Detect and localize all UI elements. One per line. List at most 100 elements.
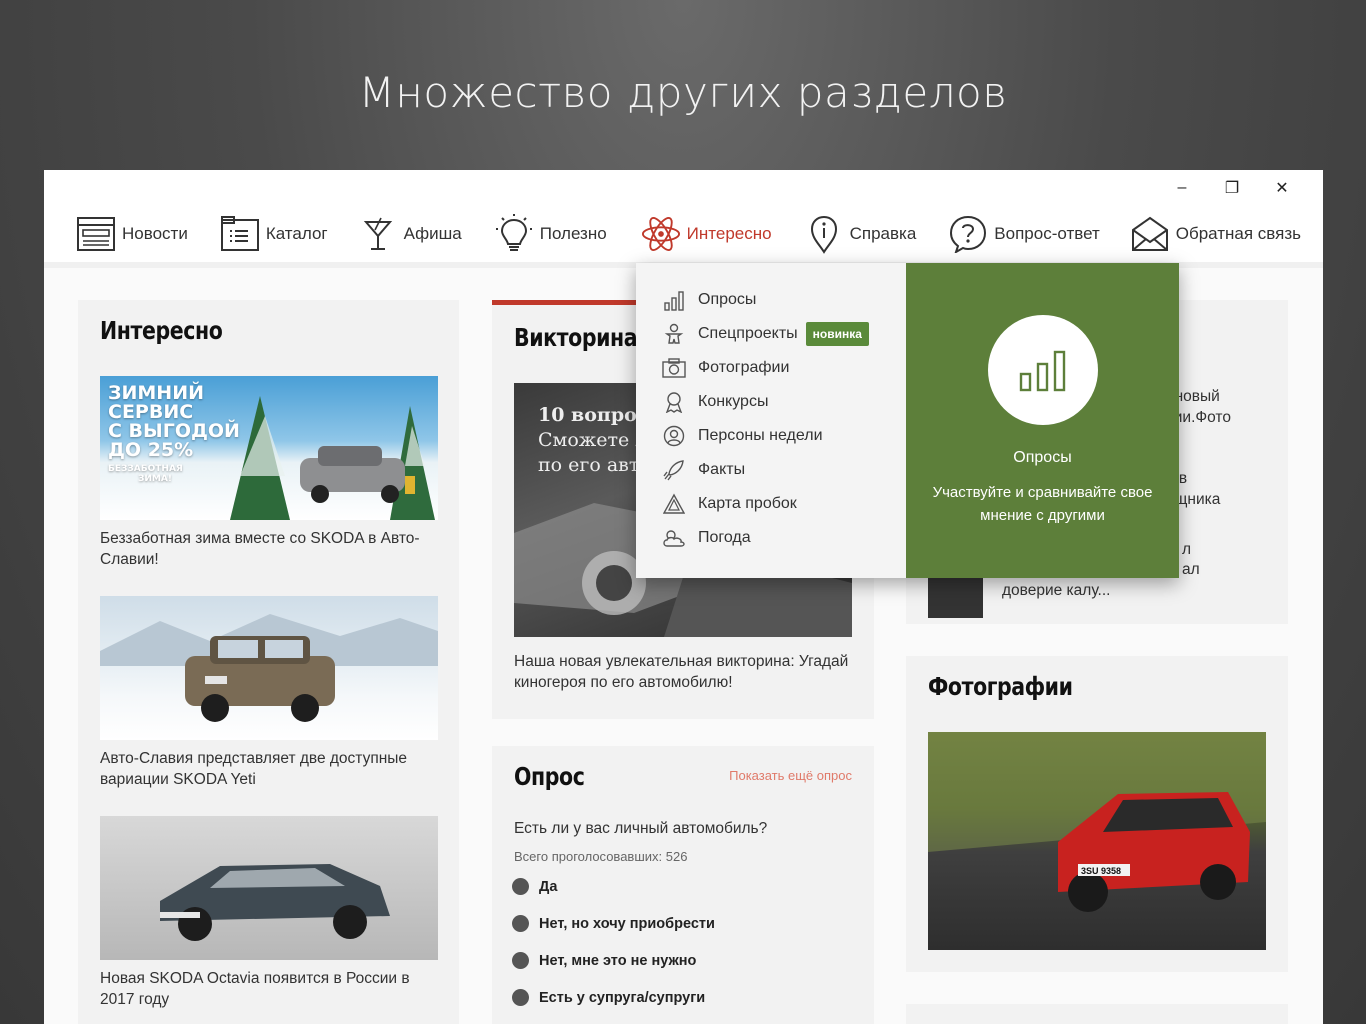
red-car-illustration [928,732,1266,912]
poll-option[interactable]: Нет, мне это не нужно [512,952,696,969]
nav-catalog[interactable]: Каталог [220,206,328,262]
bar-chart-icon [1019,350,1066,392]
atom-icon [641,214,681,254]
poll-card: Опрос Показать ещё опрос Есть ли у вас л… [492,746,874,1024]
cocktail-icon [358,214,398,254]
dropdown-list: Опросы Спецпроекты новинка Фотографии Ко… [636,263,906,578]
poll-question: Есть ли у вас личный автомобиль? [514,820,768,837]
info-icon [804,214,844,254]
radio-button[interactable] [512,952,529,969]
winter-service-banner[interactable]: ЗИМНИЙ СЕРВИС С ВЫГОДОЙ ДО 25% БЕЗЗАБОТН… [100,376,438,520]
gingerbread-icon [662,322,686,346]
nav-faq-label: Вопрос-ответ [994,224,1100,243]
nav-help-label: Справка [849,224,917,243]
dropdown-item-weather[interactable]: Погода [636,521,906,555]
dropdown-label-polls: Опросы [698,291,757,308]
bar-chart-icon [662,288,686,312]
catalog-icon [220,214,260,254]
polls-preview-circle [988,315,1098,425]
dropdown-item-polls[interactable]: Опросы [636,283,906,317]
nav-useful-label: Полезно [539,224,607,243]
nav-feedback-label: Обратная связь [1175,224,1302,243]
photos-card: Фотографии 3SU 9358 [906,656,1288,972]
nav-catalog-label: Каталог [265,224,328,243]
nav-afisha-label: Афиша [403,224,462,243]
question-icon [948,214,988,254]
dropdown-label-photos: Фотографии [698,359,790,376]
newspaper-icon [76,214,116,254]
nav-help[interactable]: Справка [804,206,917,262]
quiz-title: Викторина [514,323,638,352]
octavia-photo-illustration [160,864,390,941]
poll-title: Опрос [514,762,585,791]
interesting-title: Интересно [100,316,223,345]
restore-button[interactable]: ❐ [1207,178,1257,198]
minimize-button[interactable]: – [1157,178,1207,198]
interesting-dropdown: Опросы Спецпроекты новинка Фотографии Ко… [636,263,1179,578]
news-item-3-thumb[interactable] [928,578,983,618]
interesting-caption-2[interactable]: Авто-Славия представляет две доступные в… [100,748,440,790]
nav-interesting-label: Интересно [686,224,772,243]
news-item-3-line-2: ал [1182,561,1200,578]
rocket-icon [662,458,686,482]
radio-button[interactable] [512,989,529,1006]
radio-button[interactable] [512,878,529,895]
yeti-photo-illustration [100,614,438,722]
nav-interesting[interactable]: Интересно [641,206,772,262]
show-more-poll-link[interactable]: Показать ещё опрос [729,768,852,783]
dropdown-label-special-projects: Спецпроекты [698,325,798,342]
polls-preview-description: Участвуйте и сравнивайте свое мнение с д… [932,484,1153,524]
nav-afisha[interactable]: Афиша [358,206,462,262]
award-icon [662,390,686,414]
app-window: – ❐ ✕ Новости Каталог Афиша Полезно Инте… [44,170,1323,1024]
polls-preview-title: Опросы [1013,449,1072,466]
news-item-3-text[interactable]: доверие калу... [1002,582,1110,600]
new-badge: новинка [805,322,869,346]
dropdown-item-persons[interactable]: Персоны недели [636,419,906,453]
news-item-3-line-1: л [1182,541,1192,558]
poll-option-label: Нет, но хочу приобрести [539,915,715,932]
poll-vote-count: Всего проголосовавших: 526 [514,849,688,864]
quiz-caption[interactable]: Наша новая увлекательная викторина: Угад… [514,651,859,693]
window-controls: – ❐ ✕ [1157,178,1307,198]
dropdown-label-traffic: Карта пробок [698,495,797,512]
envelope-icon [1130,214,1170,254]
weather-icon [662,526,686,550]
nav-feedback[interactable]: Обратная связь [1130,206,1301,262]
poll-option[interactable]: Да [512,878,557,895]
poll-option[interactable]: Нет, но хочу приобрести [512,915,715,932]
nav-faq[interactable]: Вопрос-ответ [948,206,1100,262]
nav-news[interactable]: Новости [76,206,188,262]
poll-option-label: Нет, мне это не нужно [539,952,697,969]
dropdown-label-contests: Конкурсы [698,393,769,410]
photo-red-octavia[interactable]: 3SU 9358 [928,732,1266,950]
nav-news-label: Новости [122,224,188,243]
poll-option[interactable]: Есть у супруга/супруги [512,989,705,1006]
news-item-3-partial: л ал [1182,540,1200,580]
winter-scene-illustration [230,396,435,520]
lightbulb-icon [494,214,534,254]
promo-heading: Множество других разделов [358,68,1008,117]
octavia-photo[interactable] [100,816,438,960]
dropdown-label-persons: Персоны недели [698,427,823,444]
interesting-caption-1[interactable]: Беззаботная зима вместе со SKODA в Авто-… [100,528,440,570]
poll-option-label: Да [539,878,558,895]
yeti-photo[interactable] [100,596,438,740]
main-nav: Новости Каталог Афиша Полезно Интересно [44,206,1323,268]
next-card [906,1004,1288,1024]
dropdown-label-facts: Факты [698,461,746,478]
dropdown-item-traffic[interactable]: Карта пробок [636,487,906,521]
nav-useful[interactable]: Полезно [494,206,607,262]
person-icon [662,424,686,448]
dropdown-item-facts[interactable]: Факты [636,453,906,487]
poll-option-label: Есть у супруга/супруги [539,989,706,1006]
dropdown-item-special-projects[interactable]: Спецпроекты новинка [636,317,906,351]
polls-preview-panel[interactable]: Опросы Участвуйте и сравнивайте свое мне… [906,263,1179,578]
radio-button[interactable] [512,915,529,932]
close-button[interactable]: ✕ [1257,178,1307,198]
dropdown-item-contests[interactable]: Конкурсы [636,385,906,419]
photos-title: Фотографии [928,672,1073,701]
dropdown-label-weather: Погода [698,529,751,546]
interesting-caption-3[interactable]: Новая SKODA Octavia появится в России в … [100,968,440,1010]
dropdown-item-photos[interactable]: Фотографии [636,351,906,385]
